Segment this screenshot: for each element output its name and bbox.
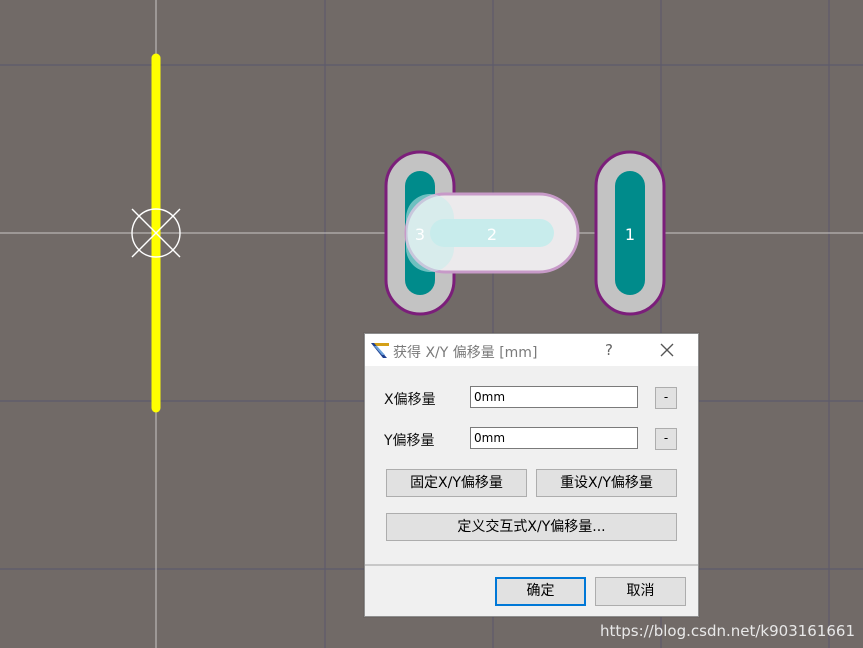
watermark: https://blog.csdn.net/k903161661 xyxy=(599,622,855,640)
define-interactive-offset-button[interactable]: 定义交互式X/Y偏移量... xyxy=(386,513,677,541)
help-button[interactable]: ? xyxy=(598,338,620,362)
pad-label-3: 3 xyxy=(415,225,425,244)
x-offset-label: X偏移量 xyxy=(384,392,436,408)
dialog-footer: 确定 取消 xyxy=(365,564,698,616)
cancel-button[interactable]: 取消 xyxy=(595,577,686,606)
close-icon[interactable] xyxy=(655,338,679,362)
y-offset-input[interactable]: 0mm xyxy=(470,427,638,449)
pad-label-1: 1 xyxy=(625,225,635,244)
offset-dialog: 获得 X/Y 偏移量 [mm] ? X偏移量 0mm - Y偏移量 0mm - … xyxy=(364,333,699,617)
pad-label-2: 2 xyxy=(487,225,497,244)
x-offset-pick-button[interactable]: - xyxy=(655,387,677,409)
y-offset-label: Y偏移量 xyxy=(384,433,435,449)
ok-button[interactable]: 确定 xyxy=(495,577,586,606)
y-offset-pick-button[interactable]: - xyxy=(655,428,677,450)
dialog-title: 获得 X/Y 偏移量 [mm] xyxy=(393,345,538,361)
x-offset-input[interactable]: 0mm xyxy=(470,386,638,408)
reset-offset-button[interactable]: 重设X/Y偏移量 xyxy=(536,469,677,497)
fix-offset-button[interactable]: 固定X/Y偏移量 xyxy=(386,469,527,497)
app-icon xyxy=(371,343,389,358)
dialog-titlebar[interactable]: 获得 X/Y 偏移量 [mm] ? xyxy=(365,334,698,366)
